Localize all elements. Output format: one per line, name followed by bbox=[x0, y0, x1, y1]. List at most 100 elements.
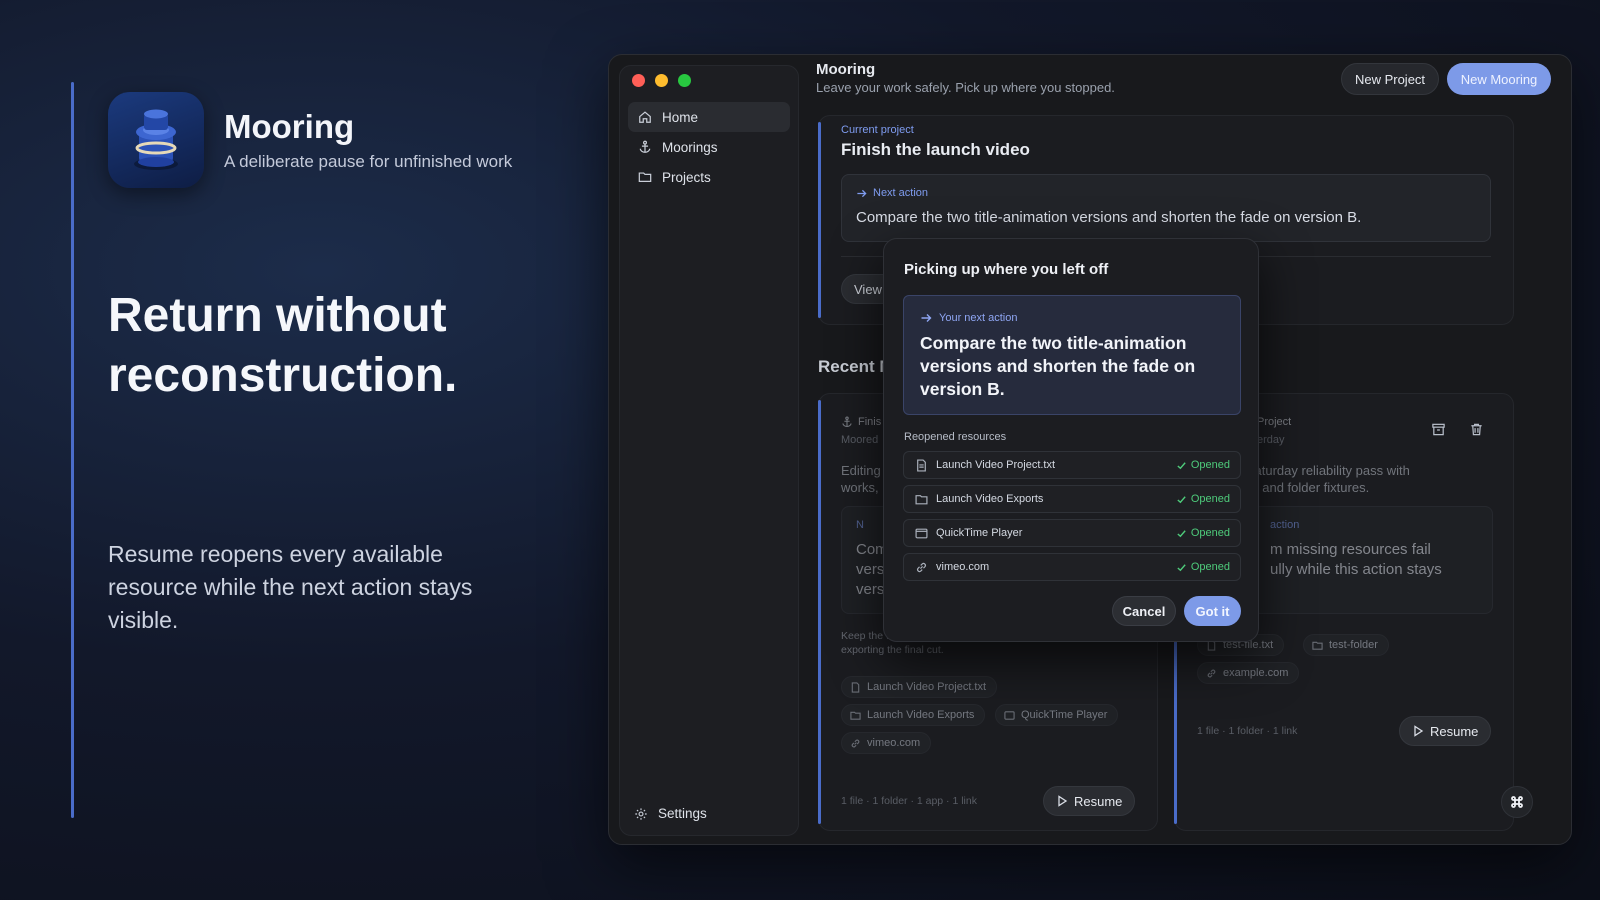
sidebar-item-label: Projects bbox=[662, 169, 711, 185]
close-window-button[interactable] bbox=[632, 74, 645, 87]
recent-left-summary: 1 file · 1 folder · 1 app · 1 link bbox=[841, 795, 977, 807]
recent-right-next-text-2: ully while this action stays bbox=[1270, 561, 1442, 578]
sidebar: Home Moorings Projects Settings bbox=[619, 65, 799, 836]
trash-icon[interactable] bbox=[1469, 422, 1484, 437]
resource-chip[interactable]: Launch Video Exports bbox=[841, 704, 986, 726]
recent-right-desc-1: e Saturday reliability pass with bbox=[1235, 463, 1410, 478]
folder-icon bbox=[1312, 641, 1323, 650]
recent-right-summary: 1 file · 1 folder · 1 link bbox=[1197, 725, 1298, 737]
status-label: Opened bbox=[1190, 527, 1230, 539]
next-action-panel: Your next action Compare the two title-a… bbox=[903, 295, 1241, 415]
resource-name: Launch Video Exports bbox=[936, 493, 1044, 505]
recent-left-next-text-2: vers bbox=[856, 561, 885, 578]
play-icon bbox=[1058, 795, 1068, 807]
chip-label: QuickTime Player bbox=[1021, 709, 1108, 721]
next-action-text: Compare the two title-animation versions… bbox=[920, 333, 1196, 399]
status-badge: Opened bbox=[1176, 452, 1230, 478]
app-window-icon bbox=[1004, 710, 1015, 720]
resource-chip[interactable]: test-folder bbox=[1303, 634, 1389, 656]
checkmark-icon bbox=[1177, 529, 1186, 537]
chip-label: vimeo.com bbox=[867, 737, 921, 749]
app-window-icon bbox=[915, 528, 928, 538]
resource-chip[interactable]: example.com bbox=[1197, 662, 1300, 684]
resource-chip[interactable]: Launch Video Project.txt bbox=[841, 676, 998, 698]
link-icon bbox=[1207, 669, 1216, 677]
sidebar-item-label: Moorings bbox=[662, 139, 718, 155]
sidebar-item-home[interactable]: Home bbox=[628, 102, 790, 132]
recent-left-note-1: Keep the t bbox=[841, 630, 889, 642]
status-badge: Opened bbox=[1176, 554, 1230, 580]
brand-tagline: A deliberate pause for unfinished work bbox=[224, 152, 513, 171]
archive-icon[interactable] bbox=[1431, 422, 1446, 437]
checkmark-icon bbox=[1177, 461, 1186, 469]
sidebar-item-projects[interactable]: Projects bbox=[628, 162, 790, 192]
sidebar-item-moorings[interactable]: Moorings bbox=[628, 132, 790, 162]
recent-right-next-text-1: m missing resources fail bbox=[1270, 541, 1431, 558]
settings-label: Settings bbox=[658, 806, 707, 821]
link-icon bbox=[917, 562, 926, 572]
zoom-window-button[interactable] bbox=[678, 74, 691, 87]
recent-left-next-label: N bbox=[856, 519, 864, 531]
new-project-button[interactable]: New Project bbox=[1341, 63, 1439, 95]
cancel-button[interactable]: Cancel bbox=[1112, 596, 1176, 626]
recent-left-title: Finis bbox=[858, 416, 882, 428]
hero-title: Return without reconstruction. bbox=[108, 289, 458, 402]
recent-right-next-label: action bbox=[1270, 519, 1300, 531]
status-badge: Opened bbox=[1176, 520, 1230, 546]
resume-label: Resume bbox=[1430, 723, 1479, 739]
brand-header: Mooring A deliberate pause for unfinishe… bbox=[108, 92, 512, 188]
command-icon bbox=[1511, 796, 1523, 808]
chip-label: Launch Video Project.txt bbox=[867, 681, 987, 693]
resource-chip[interactable]: vimeo.com bbox=[841, 732, 932, 754]
window-controls bbox=[632, 74, 691, 87]
resource-row: Launch Video Exports Opened bbox=[903, 485, 1241, 513]
status-badge: Opened bbox=[1176, 486, 1230, 512]
status-label: Opened bbox=[1190, 561, 1230, 573]
checkmark-icon bbox=[1177, 563, 1186, 571]
chip-label: example.com bbox=[1223, 667, 1289, 679]
home-icon bbox=[639, 111, 651, 123]
resource-chip[interactable]: QuickTime Player bbox=[995, 704, 1119, 726]
recent-right-desc-2: file and folder fixtures. bbox=[1242, 480, 1370, 495]
command-button[interactable] bbox=[1501, 786, 1533, 818]
hero-body: Resume reopens every available resource … bbox=[108, 541, 473, 633]
anchor-icon bbox=[842, 416, 852, 428]
current-project-title: Finish the launch video bbox=[841, 140, 1030, 159]
file-icon bbox=[851, 681, 860, 693]
resources-label: Reopened resources bbox=[904, 431, 1007, 443]
sidebar-item-label: Home bbox=[662, 109, 699, 125]
dialog-title: Picking up where you left off bbox=[904, 261, 1109, 278]
recent-left-next-text-3: vers bbox=[856, 581, 885, 598]
anchor-icon bbox=[639, 140, 651, 153]
resume-button[interactable]: Resume bbox=[1399, 716, 1492, 746]
folder-icon bbox=[850, 711, 861, 720]
arrow-right-icon bbox=[857, 189, 867, 197]
status-label: Opened bbox=[1190, 459, 1230, 471]
sidebar-item-settings[interactable]: Settings bbox=[634, 806, 707, 821]
resource-name: vimeo.com bbox=[936, 561, 990, 573]
next-action-label: Your next action bbox=[939, 312, 1018, 324]
got-it-button[interactable]: Got it bbox=[1184, 596, 1241, 626]
resume-dialog: Picking up where you left off Your next … bbox=[883, 238, 1259, 642]
resource-row: vimeo.com Opened bbox=[903, 553, 1241, 581]
app-window: Home Moorings Projects Settings Mooring … bbox=[608, 54, 1572, 845]
recent-right-meta: erday bbox=[1257, 434, 1285, 446]
next-action-label: Next action bbox=[873, 187, 929, 199]
folder-icon bbox=[915, 494, 928, 504]
page-subtitle: Leave your work safely. Pick up where yo… bbox=[816, 80, 1115, 95]
link-icon bbox=[851, 739, 860, 747]
resume-button[interactable]: Resume bbox=[1043, 786, 1136, 816]
recent-left-desc-1: Editing bbox=[841, 463, 881, 478]
gear-icon bbox=[635, 807, 647, 820]
resource-row: QuickTime Player Opened bbox=[903, 519, 1241, 547]
resource-name: QuickTime Player bbox=[936, 527, 1023, 539]
recent-left-desc-2: works, bbox=[841, 480, 879, 495]
page-title: Mooring bbox=[816, 61, 876, 78]
brand-name: Mooring bbox=[224, 108, 355, 145]
accent-bar bbox=[71, 82, 74, 818]
chip-label: Launch Video Exports bbox=[867, 709, 975, 721]
new-mooring-button[interactable]: New Mooring bbox=[1447, 63, 1551, 95]
checkmark-icon bbox=[1177, 495, 1186, 503]
minimize-window-button[interactable] bbox=[655, 74, 668, 87]
resume-label: Resume bbox=[1074, 793, 1123, 809]
